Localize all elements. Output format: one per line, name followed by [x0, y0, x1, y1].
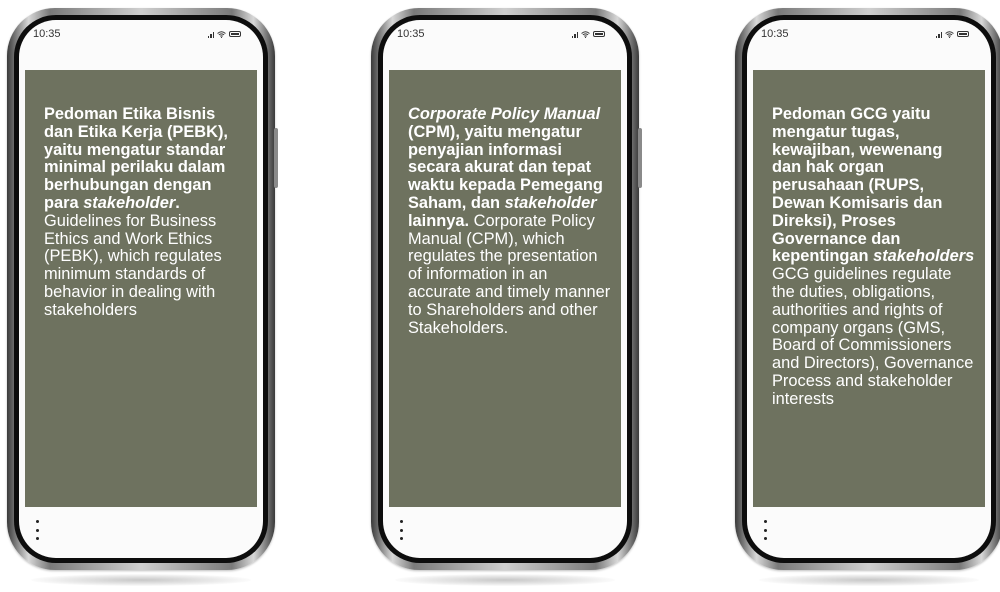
- phone-screen: 10:35 Corporate Policy Manual (CPM), yai…: [383, 20, 627, 558]
- more-vertical-icon[interactable]: [761, 520, 769, 540]
- phone-bezel: 10:35 Pedoman Etika Bisnis dan Etika Ker…: [14, 15, 268, 563]
- bottom-bar: [747, 503, 991, 558]
- wifi-icon: [581, 30, 590, 38]
- content-text: Pedoman GCG yaitu mengatur tugas, kewaji…: [772, 105, 975, 409]
- battery-icon: [229, 31, 241, 37]
- content-panel: Pedoman Etika Bisnis dan Etika Kerja (PE…: [25, 70, 257, 507]
- text-bold: Pedoman GCG yaitu mengatur tugas, kewaji…: [772, 105, 943, 266]
- text-bold-italic: stakeholders: [873, 247, 975, 266]
- content-panel: Corporate Policy Manual (CPM), yaitu men…: [389, 70, 621, 507]
- status-icons: [571, 30, 605, 38]
- status-bar: 10:35: [747, 20, 991, 64]
- text-bold-italic: Corporate Policy Manual: [408, 105, 601, 123]
- status-icons: [935, 30, 969, 38]
- content-text: Corporate Policy Manual (CPM), yaitu men…: [408, 105, 611, 337]
- phone-mockup-2: 10:35 Corporate Policy Manual (CPM), yai…: [371, 8, 642, 570]
- phone-shadow: [31, 574, 251, 586]
- text-bold-italic: stakeholder: [83, 193, 176, 212]
- status-time: 10:35: [397, 28, 425, 40]
- phone-screen: 10:35 Pedoman GCG yaitu mengatur tugas, …: [747, 20, 991, 558]
- signal-icon: [935, 31, 942, 38]
- content-text: Pedoman Etika Bisnis dan Etika Kerja (PE…: [44, 105, 247, 320]
- battery-icon: [593, 31, 605, 37]
- status-bar: 10:35: [19, 20, 263, 64]
- bottom-bar: [19, 503, 263, 558]
- text-translation: Guidelines for Business Ethics and Work …: [44, 211, 222, 319]
- phone-screen: 10:35 Pedoman Etika Bisnis dan Etika Ker…: [19, 20, 263, 558]
- phone-shadow: [759, 574, 979, 586]
- signal-icon: [207, 31, 214, 38]
- phone-bezel: 10:35 Pedoman GCG yaitu mengatur tugas, …: [742, 15, 996, 563]
- content-panel: Pedoman GCG yaitu mengatur tugas, kewaji…: [753, 70, 985, 507]
- status-time: 10:35: [761, 28, 789, 40]
- text-translation: GCG guidelines regulate the duties, obli…: [772, 265, 974, 408]
- battery-icon: [957, 31, 969, 37]
- more-vertical-icon[interactable]: [33, 520, 41, 540]
- side-button: [274, 128, 278, 188]
- more-vertical-icon[interactable]: [397, 520, 405, 540]
- phone-mockup-3: 10:35 Pedoman GCG yaitu mengatur tugas, …: [735, 8, 1000, 570]
- side-button: [638, 128, 642, 188]
- text-bold-end: lainnya.: [408, 211, 470, 230]
- status-time: 10:35: [33, 28, 61, 40]
- phone-shadow: [395, 574, 615, 586]
- bottom-bar: [383, 503, 627, 558]
- wifi-icon: [217, 30, 226, 38]
- status-bar: 10:35: [383, 20, 627, 64]
- signal-icon: [571, 31, 578, 38]
- text-translation: Corporate Policy Manual (CPM), which reg…: [408, 211, 611, 337]
- wifi-icon: [945, 30, 954, 38]
- phone-mockup-1: 10:35 Pedoman Etika Bisnis dan Etika Ker…: [7, 8, 278, 570]
- text-bold-end: .: [175, 193, 180, 212]
- status-icons: [207, 30, 241, 38]
- text-bold-italic-2: stakeholder: [504, 193, 597, 212]
- phone-bezel: 10:35 Corporate Policy Manual (CPM), yai…: [378, 15, 632, 563]
